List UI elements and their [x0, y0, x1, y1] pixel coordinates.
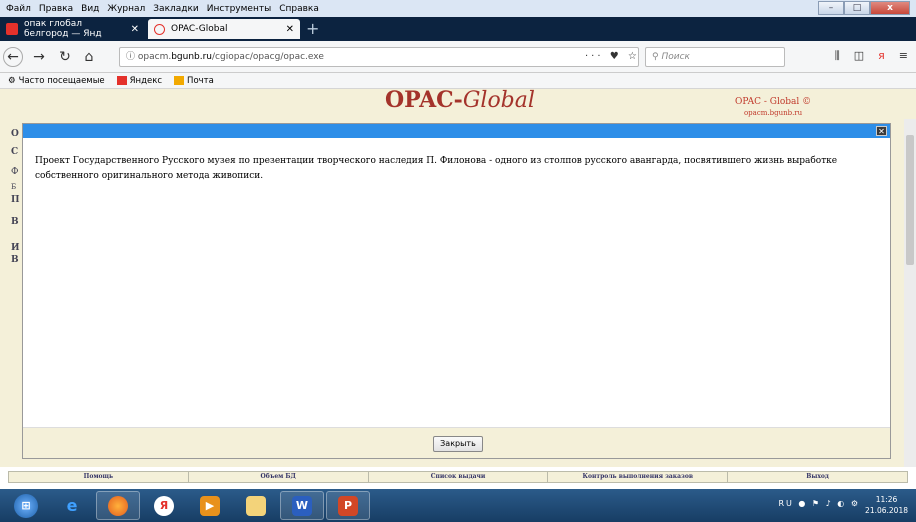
yandex-browser-icon: Я	[154, 495, 174, 516]
powerpoint-icon: P	[338, 495, 358, 516]
close-button[interactable]: Закрыть	[433, 436, 483, 452]
yandex-icon	[116, 76, 127, 85]
tab-yandex[interactable]: опак глобал белгород — Янд ✕	[0, 19, 145, 39]
taskbar: ⊞ e Я ▶ W P RU ● ⚑ ♪ ◐ ⚙ 11:26 21.06.201…	[0, 489, 916, 522]
taskbar-yandex[interactable]: Я	[142, 491, 186, 520]
taskbar-firefox[interactable]	[96, 491, 140, 520]
clock[interactable]: 11:26 21.06.2018	[865, 494, 908, 516]
footer-nav: Помощь Объем БД Список выдачи Контроль в…	[8, 471, 908, 483]
word-icon: W	[292, 495, 312, 516]
sidebar-icon[interactable]: ◫	[854, 49, 864, 63]
system-tray[interactable]: RU ● ⚑ ♪ ◐ ⚙	[778, 499, 860, 508]
window-controls: – □ x	[818, 1, 910, 15]
menu-icon[interactable]: ≡	[899, 49, 908, 63]
footer-help-link[interactable]: Помощь	[9, 472, 189, 482]
opac-logo: OPAC-Global	[385, 89, 535, 113]
side-letter[interactable]: И	[11, 243, 20, 253]
opac-favicon-icon	[154, 23, 165, 35]
taskbar-explorer[interactable]	[234, 491, 278, 520]
toolbar-right: ⫼ ◫ я ≡	[835, 49, 908, 63]
opac-header-right: OPAC - Global © opacm.bgunb.ru	[735, 97, 811, 117]
dialog-footer: Закрыть	[23, 427, 890, 458]
url-bar[interactable]: ⓘ opacm.bgunb.ru/cgiopac/opacg/opac.exe	[119, 47, 639, 67]
ie-icon: e	[66, 495, 78, 515]
window-close-icon[interactable]: x	[870, 1, 910, 15]
description-dialog: ✕ Проект Государственного Русского музея…	[22, 123, 891, 459]
side-letter[interactable]: Ф	[11, 167, 18, 177]
reload-icon[interactable]: ↻	[54, 46, 76, 68]
library-icon[interactable]: ⫼	[835, 49, 840, 63]
menu-bookmarks[interactable]: Закладки	[149, 4, 203, 14]
taskbar-ie[interactable]: e	[50, 491, 94, 520]
tab-title: OPAC-Global	[171, 24, 228, 34]
tab-close-icon[interactable]: ✕	[131, 24, 139, 35]
forward-icon[interactable]: →	[28, 46, 50, 68]
taskbar-word[interactable]: W	[280, 491, 324, 520]
dialog-text: Проект Государственного Русского музея п…	[35, 156, 838, 181]
tab-opac[interactable]: OPAC-Global ✕	[148, 19, 300, 39]
url-path: /cgiopac/opacg/opac.exe	[212, 52, 324, 62]
gear-icon: ⚙	[8, 75, 16, 86]
page-scrollbar[interactable]	[904, 119, 916, 467]
menu-help[interactable]: Справка	[275, 4, 323, 14]
bookmark-yandex[interactable]: Яндекс	[116, 76, 162, 86]
scrollbar-thumb[interactable]	[906, 135, 914, 265]
media-player-icon: ▶	[200, 495, 220, 516]
tray-icons[interactable]: ● ⚑ ♪ ◐ ⚙	[798, 499, 860, 508]
menu-tools[interactable]: Инструменты	[203, 4, 275, 14]
dialog-titlebar[interactable]: ✕	[23, 124, 890, 138]
side-letter[interactable]: П	[11, 195, 20, 205]
folder-icon	[246, 495, 266, 516]
nav-bar: ← → ↻ ⌂ ⓘ opacm.bgunb.ru/cgiopac/opacg/o…	[0, 41, 916, 73]
menu-file[interactable]: Файл	[0, 4, 35, 14]
search-input[interactable]: ⚲ Поиск	[645, 47, 785, 67]
mail-icon	[174, 76, 185, 85]
tray-language[interactable]: RU	[778, 499, 793, 508]
clock-date: 21.06.2018	[865, 506, 908, 515]
side-letter[interactable]: В	[11, 255, 19, 265]
side-letter[interactable]: О	[11, 129, 19, 139]
windows-icon: ⊞	[14, 493, 38, 518]
footer-orders-link[interactable]: Контроль выполнения заказов	[548, 472, 729, 482]
bookmarks-bar: ⚙ Часто посещаемые Яндекс Почта	[0, 73, 916, 89]
yandex-icon[interactable]: я	[878, 49, 885, 63]
tab-title: опак глобал белгород — Янд	[24, 19, 102, 39]
taskbar-media[interactable]: ▶	[188, 491, 232, 520]
opac-right-title: OPAC - Global ©	[735, 97, 812, 107]
minimize-icon[interactable]: –	[818, 1, 844, 15]
home-icon[interactable]: ⌂	[78, 46, 100, 68]
menu-history[interactable]: Журнал	[103, 4, 149, 14]
maximize-icon[interactable]: □	[844, 1, 870, 15]
info-icon[interactable]: ⓘ	[126, 52, 135, 62]
firefox-icon	[108, 495, 128, 516]
back-icon[interactable]: ←	[3, 47, 23, 67]
tab-close-icon[interactable]: ✕	[286, 24, 294, 35]
start-button[interactable]: ⊞	[4, 491, 48, 520]
footer-db-size-link[interactable]: Объем БД	[189, 472, 369, 482]
side-letter[interactable]: С	[11, 147, 18, 157]
url-host: bgunb.ru	[171, 52, 213, 62]
footer-exit-link[interactable]: Выход	[728, 472, 907, 482]
page-actions[interactable]: ··· ♥ ☆	[585, 47, 640, 67]
page-content: OPAC-Global OPAC - Global © opacm.bgunb.…	[0, 89, 916, 467]
yandex-favicon-icon	[6, 23, 18, 35]
dialog-close-icon[interactable]: ✕	[876, 126, 887, 136]
side-letter[interactable]: В	[11, 217, 19, 227]
menu-edit[interactable]: Правка	[35, 4, 77, 14]
side-letter[interactable]: Б	[11, 183, 16, 191]
opac-right-sub: opacm.bgunb.ru	[743, 109, 803, 117]
menu-view[interactable]: Вид	[77, 4, 103, 14]
bookmark-frequent[interactable]: ⚙ Часто посещаемые	[8, 76, 105, 86]
tab-bar: опак глобал белгород — Янд ✕ OPAC-Global…	[0, 17, 916, 41]
url-prefix: opacm.	[137, 52, 172, 62]
taskbar-powerpoint[interactable]: P	[326, 491, 370, 520]
new-tab-icon[interactable]: +	[306, 20, 319, 38]
bookmark-mail[interactable]: Почта	[174, 76, 214, 86]
clock-time: 11:26	[875, 495, 898, 504]
menu-bar: Файл Правка Вид Журнал Закладки Инструме…	[0, 0, 916, 17]
footer-issue-list-link[interactable]: Список выдачи	[369, 472, 549, 482]
search-placeholder: Поиск	[661, 52, 690, 62]
